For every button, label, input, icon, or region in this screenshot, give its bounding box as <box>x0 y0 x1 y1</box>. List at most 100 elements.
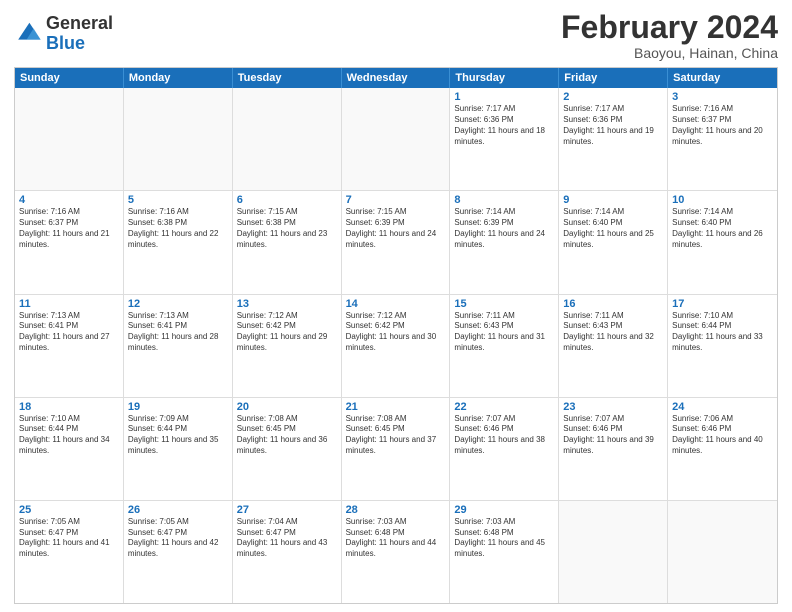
day-number: 22 <box>454 401 554 413</box>
day-number: 2 <box>563 91 663 103</box>
day-number: 1 <box>454 91 554 103</box>
day-info: Sunrise: 7:14 AMSunset: 6:40 PMDaylight:… <box>672 207 773 250</box>
day-number: 19 <box>128 401 228 413</box>
day-info: Sunrise: 7:11 AMSunset: 6:43 PMDaylight:… <box>563 311 663 354</box>
calendar-cell: 15Sunrise: 7:11 AMSunset: 6:43 PMDayligh… <box>450 295 559 397</box>
day-info: Sunrise: 7:15 AMSunset: 6:38 PMDaylight:… <box>237 207 337 250</box>
calendar-cell <box>233 88 342 190</box>
calendar-cell: 19Sunrise: 7:09 AMSunset: 6:44 PMDayligh… <box>124 398 233 500</box>
header: General Blue February 2024 Baoyou, Haina… <box>14 10 778 61</box>
day-info: Sunrise: 7:17 AMSunset: 6:36 PMDaylight:… <box>563 104 663 147</box>
day-info: Sunrise: 7:08 AMSunset: 6:45 PMDaylight:… <box>346 414 446 457</box>
weekday-header: Thursday <box>450 68 559 88</box>
day-number: 16 <box>563 298 663 310</box>
day-info: Sunrise: 7:03 AMSunset: 6:48 PMDaylight:… <box>454 517 554 560</box>
day-info: Sunrise: 7:05 AMSunset: 6:47 PMDaylight:… <box>128 517 228 560</box>
calendar-cell: 13Sunrise: 7:12 AMSunset: 6:42 PMDayligh… <box>233 295 342 397</box>
day-number: 3 <box>672 91 773 103</box>
calendar-cell: 18Sunrise: 7:10 AMSunset: 6:44 PMDayligh… <box>15 398 124 500</box>
calendar-row: 1Sunrise: 7:17 AMSunset: 6:36 PMDaylight… <box>15 88 777 190</box>
calendar-cell: 1Sunrise: 7:17 AMSunset: 6:36 PMDaylight… <box>450 88 559 190</box>
day-info: Sunrise: 7:16 AMSunset: 6:38 PMDaylight:… <box>128 207 228 250</box>
logo-icon <box>14 20 42 48</box>
calendar-cell: 25Sunrise: 7:05 AMSunset: 6:47 PMDayligh… <box>15 501 124 603</box>
day-number: 12 <box>128 298 228 310</box>
day-info: Sunrise: 7:08 AMSunset: 6:45 PMDaylight:… <box>237 414 337 457</box>
weekday-header: Monday <box>124 68 233 88</box>
calendar-cell: 28Sunrise: 7:03 AMSunset: 6:48 PMDayligh… <box>342 501 451 603</box>
day-info: Sunrise: 7:13 AMSunset: 6:41 PMDaylight:… <box>19 311 119 354</box>
page: General Blue February 2024 Baoyou, Haina… <box>0 0 792 612</box>
calendar-cell: 12Sunrise: 7:13 AMSunset: 6:41 PMDayligh… <box>124 295 233 397</box>
calendar-cell: 6Sunrise: 7:15 AMSunset: 6:38 PMDaylight… <box>233 191 342 293</box>
weekday-header: Saturday <box>668 68 777 88</box>
day-number: 13 <box>237 298 337 310</box>
logo: General Blue <box>14 14 113 54</box>
calendar-cell: 3Sunrise: 7:16 AMSunset: 6:37 PMDaylight… <box>668 88 777 190</box>
calendar-cell: 29Sunrise: 7:03 AMSunset: 6:48 PMDayligh… <box>450 501 559 603</box>
calendar-cell: 14Sunrise: 7:12 AMSunset: 6:42 PMDayligh… <box>342 295 451 397</box>
calendar-cell <box>15 88 124 190</box>
day-number: 24 <box>672 401 773 413</box>
day-info: Sunrise: 7:15 AMSunset: 6:39 PMDaylight:… <box>346 207 446 250</box>
calendar-cell: 10Sunrise: 7:14 AMSunset: 6:40 PMDayligh… <box>668 191 777 293</box>
calendar-cell: 27Sunrise: 7:04 AMSunset: 6:47 PMDayligh… <box>233 501 342 603</box>
day-number: 4 <box>19 194 119 206</box>
day-number: 6 <box>237 194 337 206</box>
day-number: 20 <box>237 401 337 413</box>
logo-text: General Blue <box>46 14 113 54</box>
weekday-header: Wednesday <box>342 68 451 88</box>
day-info: Sunrise: 7:14 AMSunset: 6:40 PMDaylight:… <box>563 207 663 250</box>
day-info: Sunrise: 7:11 AMSunset: 6:43 PMDaylight:… <box>454 311 554 354</box>
day-number: 15 <box>454 298 554 310</box>
calendar-row: 11Sunrise: 7:13 AMSunset: 6:41 PMDayligh… <box>15 294 777 397</box>
calendar-cell: 9Sunrise: 7:14 AMSunset: 6:40 PMDaylight… <box>559 191 668 293</box>
day-info: Sunrise: 7:12 AMSunset: 6:42 PMDaylight:… <box>346 311 446 354</box>
calendar-cell: 8Sunrise: 7:14 AMSunset: 6:39 PMDaylight… <box>450 191 559 293</box>
weekday-header: Sunday <box>15 68 124 88</box>
calendar-cell: 24Sunrise: 7:06 AMSunset: 6:46 PMDayligh… <box>668 398 777 500</box>
day-number: 17 <box>672 298 773 310</box>
calendar-cell: 20Sunrise: 7:08 AMSunset: 6:45 PMDayligh… <box>233 398 342 500</box>
day-number: 18 <box>19 401 119 413</box>
calendar-cell <box>342 88 451 190</box>
day-number: 27 <box>237 504 337 516</box>
day-info: Sunrise: 7:07 AMSunset: 6:46 PMDaylight:… <box>454 414 554 457</box>
logo-general: General <box>46 14 113 34</box>
day-number: 8 <box>454 194 554 206</box>
day-number: 5 <box>128 194 228 206</box>
calendar-cell: 21Sunrise: 7:08 AMSunset: 6:45 PMDayligh… <box>342 398 451 500</box>
day-info: Sunrise: 7:07 AMSunset: 6:46 PMDaylight:… <box>563 414 663 457</box>
day-number: 23 <box>563 401 663 413</box>
location: Baoyou, Hainan, China <box>561 45 778 61</box>
calendar-cell: 16Sunrise: 7:11 AMSunset: 6:43 PMDayligh… <box>559 295 668 397</box>
calendar: SundayMondayTuesdayWednesdayThursdayFrid… <box>14 67 778 604</box>
calendar-cell: 11Sunrise: 7:13 AMSunset: 6:41 PMDayligh… <box>15 295 124 397</box>
day-info: Sunrise: 7:10 AMSunset: 6:44 PMDaylight:… <box>672 311 773 354</box>
day-number: 14 <box>346 298 446 310</box>
day-number: 26 <box>128 504 228 516</box>
calendar-cell: 23Sunrise: 7:07 AMSunset: 6:46 PMDayligh… <box>559 398 668 500</box>
calendar-cell: 4Sunrise: 7:16 AMSunset: 6:37 PMDaylight… <box>15 191 124 293</box>
day-info: Sunrise: 7:03 AMSunset: 6:48 PMDaylight:… <box>346 517 446 560</box>
calendar-row: 18Sunrise: 7:10 AMSunset: 6:44 PMDayligh… <box>15 397 777 500</box>
calendar-row: 25Sunrise: 7:05 AMSunset: 6:47 PMDayligh… <box>15 500 777 603</box>
calendar-cell: 22Sunrise: 7:07 AMSunset: 6:46 PMDayligh… <box>450 398 559 500</box>
calendar-body: 1Sunrise: 7:17 AMSunset: 6:36 PMDaylight… <box>15 88 777 603</box>
day-number: 21 <box>346 401 446 413</box>
day-info: Sunrise: 7:05 AMSunset: 6:47 PMDaylight:… <box>19 517 119 560</box>
day-number: 7 <box>346 194 446 206</box>
calendar-cell: 7Sunrise: 7:15 AMSunset: 6:39 PMDaylight… <box>342 191 451 293</box>
day-number: 10 <box>672 194 773 206</box>
day-number: 11 <box>19 298 119 310</box>
month-year: February 2024 <box>561 10 778 45</box>
calendar-cell <box>559 501 668 603</box>
weekday-header: Tuesday <box>233 68 342 88</box>
day-info: Sunrise: 7:17 AMSunset: 6:36 PMDaylight:… <box>454 104 554 147</box>
calendar-cell: 5Sunrise: 7:16 AMSunset: 6:38 PMDaylight… <box>124 191 233 293</box>
logo-blue: Blue <box>46 34 113 54</box>
weekday-header: Friday <box>559 68 668 88</box>
day-info: Sunrise: 7:06 AMSunset: 6:46 PMDaylight:… <box>672 414 773 457</box>
day-info: Sunrise: 7:10 AMSunset: 6:44 PMDaylight:… <box>19 414 119 457</box>
day-number: 29 <box>454 504 554 516</box>
